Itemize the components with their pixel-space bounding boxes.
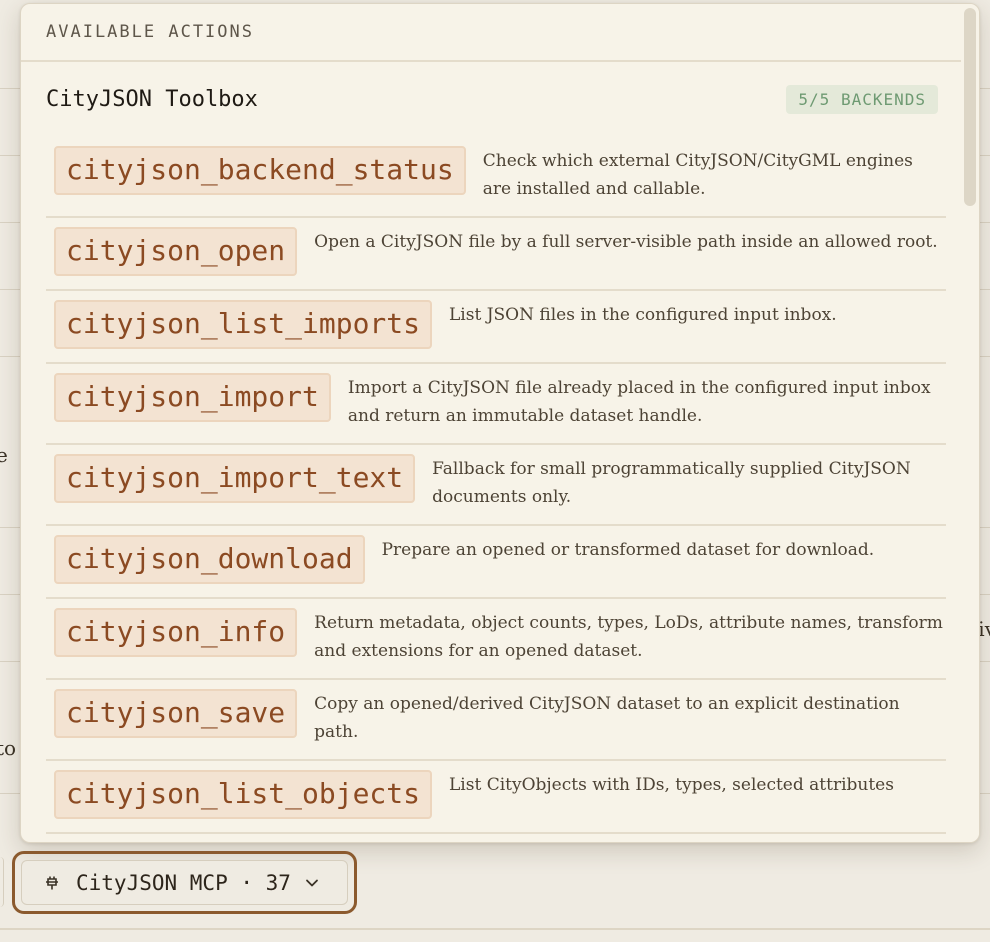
- tool-description: Fallback for small programmatically supp…: [432, 459, 911, 507]
- backends-status-badge: 5/5 BACKENDS: [786, 84, 938, 114]
- tool-name: cityjson_list_imports: [54, 300, 433, 349]
- tool-item[interactable]: cityjson_save Copy an opened/derived Cit…: [46, 680, 946, 761]
- tool-name: cityjson_import: [54, 373, 331, 422]
- tool-name: cityjson_info: [54, 608, 298, 657]
- tool-item[interactable]: cityjson_download Prepare an opened or t…: [46, 526, 946, 599]
- tool-description: Check which external CityJSON/CityGML en…: [482, 151, 913, 199]
- background-text-fragment: to: [0, 736, 17, 760]
- mcp-server-label: CityJSON MCP · 37: [76, 870, 291, 895]
- tool-item[interactable]: cityjson_list_objects List CityObjects w…: [46, 761, 946, 834]
- chevron-down-icon: [306, 879, 318, 886]
- bottom-divider: [0, 928, 990, 930]
- tool-name: cityjson_save: [54, 689, 298, 738]
- tool-item[interactable]: cityjson_import Import a CityJSON file a…: [46, 364, 946, 445]
- tool-name: cityjson_list_objects: [54, 770, 433, 819]
- tool-description: Open a CityJSON file by a full server-vi…: [314, 232, 938, 252]
- mcp-server-selector-button[interactable]: CityJSON MCP · 37: [21, 860, 348, 905]
- popover-header: AVAILABLE ACTIONS: [21, 4, 979, 62]
- tool-description: Prepare an opened or transformed dataset…: [381, 540, 875, 560]
- tool-description: List CityObjects with IDs, types, select…: [449, 775, 894, 795]
- background-text-fragment: iv: [978, 617, 990, 641]
- popover-title: AVAILABLE ACTIONS: [46, 22, 254, 42]
- adjacent-control-edge[interactable]: [0, 857, 4, 907]
- tool-description: Copy an opened/derived CityJSON dataset …: [314, 694, 900, 742]
- tool-item[interactable]: cityjson_list_imports List JSON files in…: [46, 291, 946, 364]
- tool-name: cityjson_import_text: [54, 454, 416, 503]
- toolbox-title: CityJSON Toolbox: [46, 86, 258, 112]
- actions-scroll-area[interactable]: CityJSON Toolbox 5/5 BACKENDS cityjson_b…: [21, 61, 961, 842]
- tool-name: cityjson_download: [54, 535, 365, 584]
- toolbox-group-header: CityJSON Toolbox 5/5 BACKENDS: [21, 61, 961, 137]
- tool-description: Return metadata, object counts, types, L…: [314, 613, 943, 661]
- tool-item[interactable]: cityjson_import_text Fallback for small …: [46, 445, 946, 526]
- tool-list: cityjson_backend_status Check which exte…: [46, 137, 946, 834]
- tool-description: Import a CityJSON file already placed in…: [347, 378, 931, 426]
- scrollbar[interactable]: [961, 4, 979, 842]
- background-text-fragment: e: [0, 443, 8, 467]
- scrollbar-thumb[interactable]: [964, 8, 976, 206]
- mcp-selector-focus-ring: CityJSON MCP · 37: [12, 851, 357, 914]
- tool-item[interactable]: cityjson_backend_status Check which exte…: [46, 137, 946, 218]
- available-actions-popover: AVAILABLE ACTIONS CityJSON Toolbox 5/5 B…: [20, 3, 980, 843]
- tool-item[interactable]: cityjson_open Open a CityJSON file by a …: [46, 218, 946, 291]
- tool-name: cityjson_backend_status: [54, 146, 466, 195]
- tool-description: List JSON files in the configured input …: [449, 305, 837, 325]
- tool-item[interactable]: cityjson_info Return metadata, object co…: [46, 599, 946, 680]
- plug-icon: [46, 876, 58, 889]
- tool-name: cityjson_open: [54, 227, 298, 276]
